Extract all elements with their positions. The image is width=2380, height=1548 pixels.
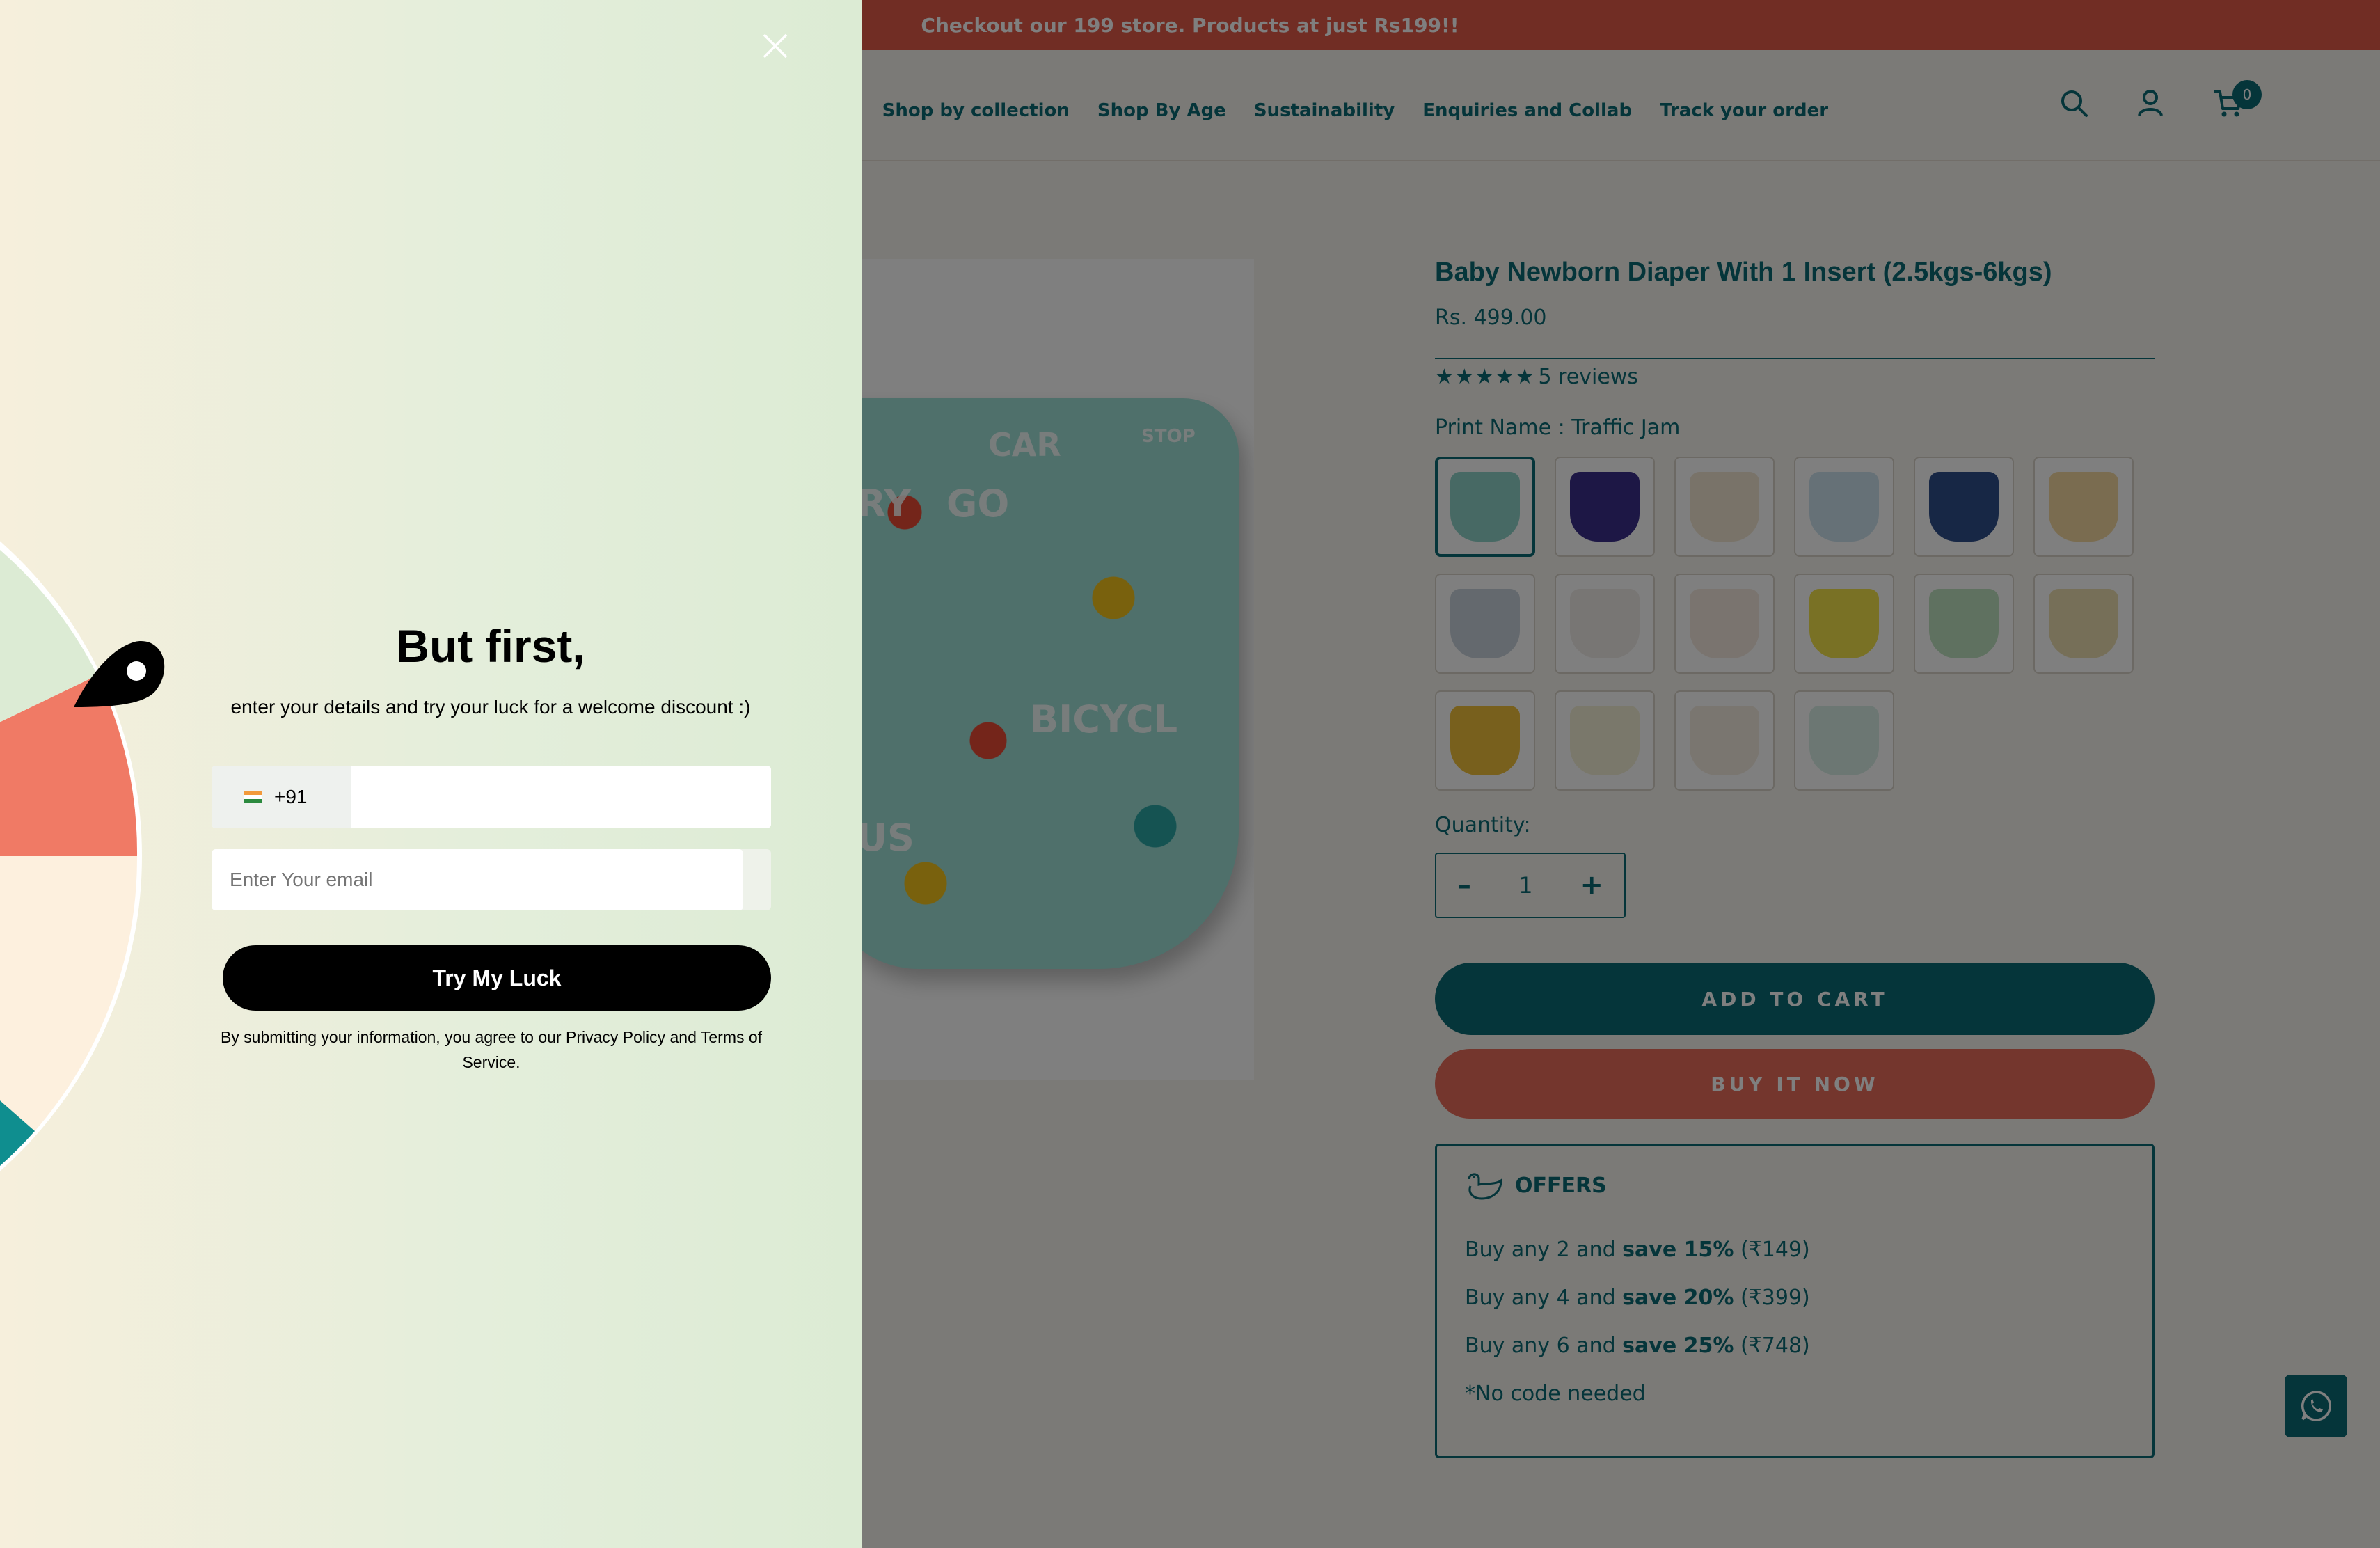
phone-field: +91 <box>212 766 771 828</box>
spin-wheel-popup: But first, enter your details and try yo… <box>0 0 862 1548</box>
close-icon[interactable] <box>761 32 789 60</box>
popup-heading: But first, <box>396 620 585 672</box>
prize-wheel <box>0 541 142 1171</box>
try-my-luck-button[interactable]: Try My Luck <box>223 945 771 1011</box>
country-code-selector[interactable]: +91 <box>212 766 351 828</box>
popup-subheading: enter your details and try your luck for… <box>230 696 751 718</box>
india-flag-icon <box>244 791 262 803</box>
email-input[interactable] <box>212 849 743 910</box>
country-code: +91 <box>274 786 308 807</box>
email-field <box>212 849 771 910</box>
wheel-pointer-icon <box>74 641 165 707</box>
terms-text: By submitting your information, you agre… <box>220 1028 763 1071</box>
phone-input[interactable] <box>351 766 771 828</box>
